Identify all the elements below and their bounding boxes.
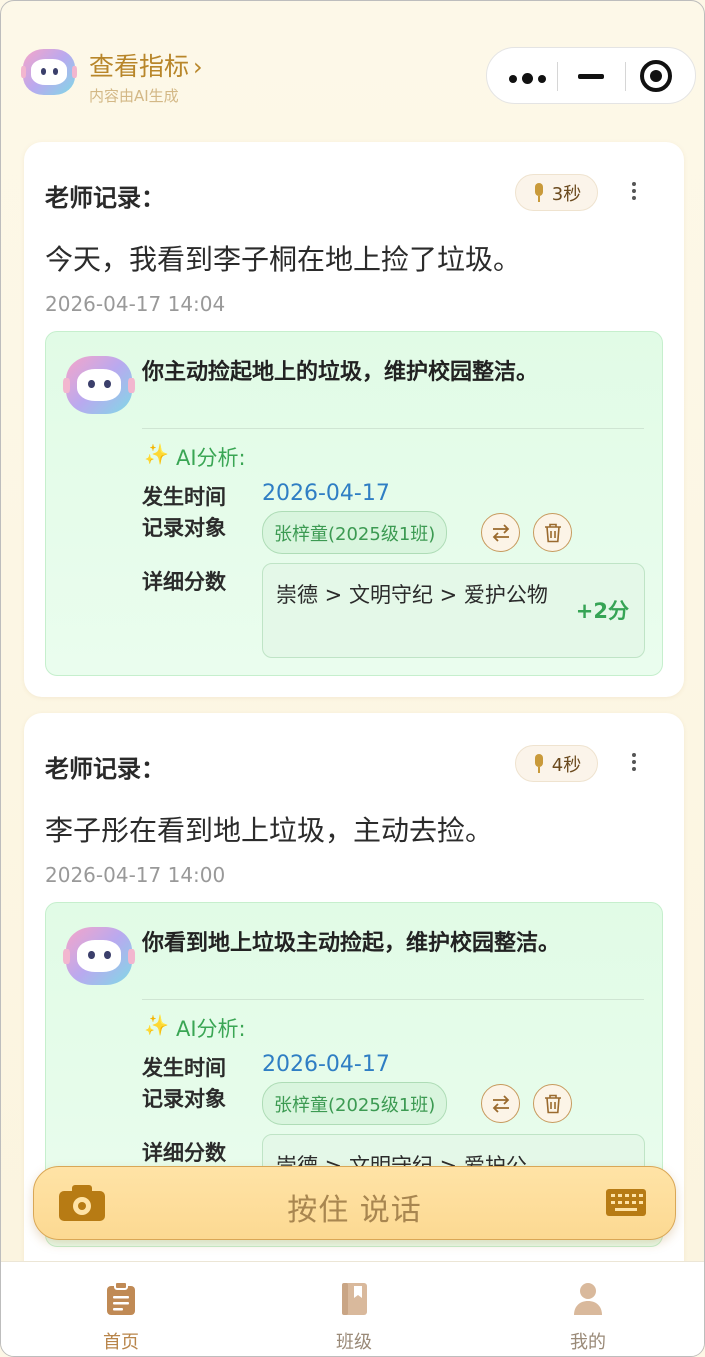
ai-analysis-label: AI分析: (176, 1017, 246, 1041)
book-icon (342, 1283, 367, 1315)
occur-time-value: 2026-04-17 (262, 481, 390, 506)
tab-me-label: 我的 (570, 1332, 606, 1353)
detail-score-key: 详细分数 (142, 570, 226, 594)
chevron-right-icon: › (193, 53, 203, 81)
miniprogram-capsule (486, 47, 696, 104)
record-timestamp: 2026-04-17 14:04 (45, 292, 226, 316)
trash-icon (544, 523, 561, 542)
close-target-icon[interactable] (640, 60, 672, 92)
delete-student-button[interactable] (533, 1084, 572, 1123)
record-target-key: 记录对象 (142, 516, 226, 540)
detail-score-key: 详细分数 (142, 1141, 226, 1165)
tab-class[interactable]: 班级 (294, 1262, 414, 1356)
view-indicators-label: 查看指标 (89, 52, 190, 81)
ai-analysis-label: AI分析: (176, 446, 246, 470)
voice-duration: 3秒 (551, 183, 582, 205)
robot-avatar-icon (20, 49, 78, 95)
app-frame: 查看指标 › 内容由AI生成 老师记录： 3秒 今天，我看到李子桐在地上捡了垃圾。… (0, 0, 705, 1357)
voice-playback-button[interactable]: 4秒 (515, 745, 598, 782)
more-vertical-icon[interactable] (628, 753, 640, 775)
ai-summary: 你看到地上垃圾主动捡起，维护校园整洁。 (142, 931, 561, 956)
swap-icon (492, 523, 509, 542)
record-text: 今天，我看到李子桐在地上捡了垃圾。 (45, 243, 522, 276)
hold-to-talk-label: 按住 说话 (287, 1193, 422, 1228)
delete-student-button[interactable] (533, 513, 572, 552)
more-vertical-icon[interactable] (628, 182, 640, 204)
swap-student-button[interactable] (481, 1084, 520, 1123)
tab-class-label: 班级 (336, 1332, 372, 1353)
student-tag[interactable]: 张梓童(2025级1班) (262, 511, 448, 554)
header: 查看指标 › 内容由AI生成 (1, 1, 704, 131)
record-card: 老师记录： 3秒 今天，我看到李子桐在地上捡了垃圾。 2026-04-17 14… (24, 142, 684, 697)
record-label: 老师记录： (45, 755, 165, 783)
tab-home-label: 首页 (103, 1332, 139, 1353)
mic-icon (532, 182, 546, 203)
person-icon (574, 1283, 602, 1315)
sparkle-icon: ✨ (144, 1013, 169, 1037)
tab-home[interactable]: 首页 (61, 1262, 181, 1356)
ai-summary: 你主动捡起地上的垃圾，维护校园整洁。 (142, 360, 539, 385)
trash-icon (544, 1094, 561, 1113)
score-detail-box[interactable]: 崇德 > 文明守纪 > 爱护公物 +2分 (262, 563, 645, 658)
record-timestamp: 2026-04-17 14:00 (45, 863, 226, 887)
bottom-tab-bar: 首页 班级 我的 (1, 1261, 704, 1356)
view-indicators-link[interactable]: 查看指标 › (89, 47, 203, 83)
swap-student-button[interactable] (481, 513, 520, 552)
divider (142, 999, 644, 1000)
record-label: 老师记录： (45, 184, 165, 212)
record-text: 李子彤在看到地上垃圾，主动去捡。 (45, 814, 494, 847)
robot-avatar-icon (63, 356, 135, 414)
swap-icon (492, 1094, 509, 1113)
hold-to-talk-bar[interactable]: 按住 说话 (33, 1166, 676, 1240)
mic-icon (532, 753, 546, 774)
voice-duration: 4秒 (551, 754, 582, 776)
voice-playback-button[interactable]: 3秒 (515, 174, 598, 211)
record-target-key: 记录对象 (142, 1087, 226, 1111)
minimize-icon[interactable] (578, 74, 604, 79)
clipboard-icon (107, 1282, 135, 1315)
score-value: +2分 (575, 599, 629, 623)
indicator-path: 崇德 > 文明守纪 > 爱护公物 (276, 583, 548, 607)
robot-avatar-icon (63, 927, 135, 985)
divider (142, 428, 644, 429)
keyboard-icon[interactable] (606, 1189, 646, 1216)
occur-time-key: 发生时间 (142, 1056, 226, 1080)
student-tag[interactable]: 张梓童(2025级1班) (262, 1082, 448, 1125)
ai-generated-note: 内容由AI生成 (89, 87, 179, 105)
occur-time-value: 2026-04-17 (262, 1052, 390, 1077)
tab-me[interactable]: 我的 (528, 1262, 648, 1356)
sparkle-icon: ✨ (144, 442, 169, 466)
ai-analysis-box: 你主动捡起地上的垃圾，维护校园整洁。 ✨ AI分析: 发生时间 2026-04-… (45, 331, 663, 676)
occur-time-key: 发生时间 (142, 485, 226, 509)
more-options-icon[interactable] (509, 73, 546, 84)
